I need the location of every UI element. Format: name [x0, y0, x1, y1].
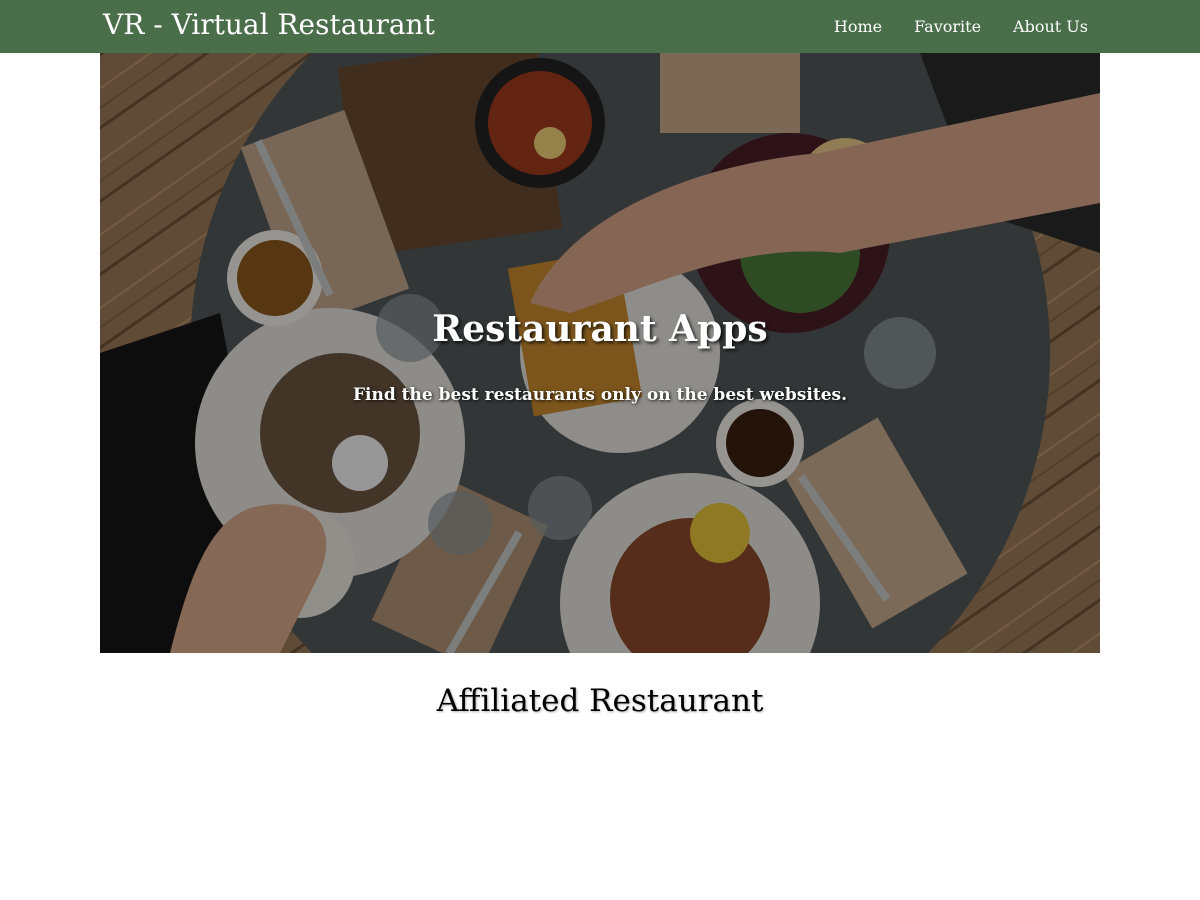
nav-link-about-us[interactable]: About Us	[1013, 17, 1088, 36]
top-navbar: VR - Virtual Restaurant Home Favorite Ab…	[0, 0, 1200, 53]
hero-dark-overlay	[100, 53, 1100, 653]
hero-subtitle: Find the best restaurants only on the be…	[352, 385, 847, 405]
nav-menu: Home Favorite About Us	[834, 0, 1088, 53]
nav-link-favorite[interactable]: Favorite	[914, 17, 981, 36]
brand-logo-link[interactable]: VR - Virtual Restaurant	[103, 8, 435, 41]
nav-link-home[interactable]: Home	[834, 17, 882, 36]
hero-title: Restaurant Apps	[432, 308, 768, 350]
hero-banner: Restaurant Apps Find the best restaurant…	[100, 53, 1100, 653]
affiliated-restaurant-heading: Affiliated Restaurant	[436, 683, 764, 719]
